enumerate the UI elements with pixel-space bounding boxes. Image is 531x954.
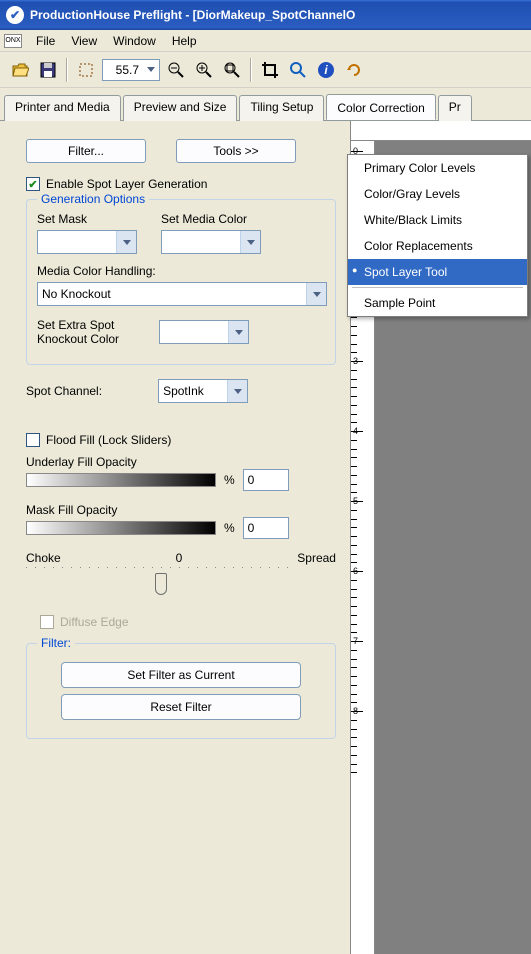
filter-button[interactable]: Filter... (26, 139, 146, 163)
menu-window[interactable]: Window (105, 32, 164, 50)
chevron-down-icon[interactable] (240, 231, 260, 253)
extra-spot-combo[interactable] (159, 320, 249, 344)
choke-spread-slider[interactable] (26, 575, 296, 597)
group-legend: Generation Options (37, 192, 149, 206)
menu-view[interactable]: View (63, 32, 105, 50)
flood-fill-checkbox[interactable] (26, 433, 40, 447)
filter-legend: Filter: (37, 636, 75, 650)
set-media-color-value (162, 231, 240, 253)
set-mask-label: Set Mask (37, 212, 137, 226)
flood-fill-label: Flood Fill (Lock Sliders) (46, 433, 171, 447)
menu-badge-icon: ONX (4, 34, 22, 48)
diffuse-edge-checkbox (40, 615, 54, 629)
menu-file[interactable]: File (28, 32, 63, 50)
tools-dropdown: Primary Color Levels Color/Gray Levels W… (347, 154, 528, 317)
save-icon[interactable] (36, 58, 60, 82)
crop-icon[interactable] (258, 58, 282, 82)
extra-spot-label-line2: Knockout Color (37, 332, 119, 346)
underlay-opacity-label: Underlay Fill Opacity (26, 455, 336, 469)
dd-primary-color-levels[interactable]: Primary Color Levels (348, 155, 527, 181)
media-color-handling-combo[interactable]: No Knockout (37, 282, 327, 306)
tools-button[interactable]: Tools >> (176, 139, 296, 163)
set-media-color-combo[interactable] (161, 230, 261, 254)
reset-filter-button[interactable]: Reset Filter (61, 694, 301, 720)
tab-printer-media[interactable]: Printer and Media (4, 95, 121, 121)
ruler-horizontal (351, 121, 531, 141)
ruler-tick-label: 4 (353, 426, 358, 436)
spot-channel-value: SpotInk (159, 380, 227, 402)
generation-options-group: Generation Options Set Mask Set Media Co… (26, 199, 336, 365)
menu-help[interactable]: Help (164, 32, 205, 50)
dd-white-black-limits[interactable]: White/Black Limits (348, 207, 527, 233)
dropdown-separator (352, 287, 523, 288)
enable-spot-checkbox[interactable] (26, 177, 40, 191)
filter-group: Filter: Set Filter as Current Reset Filt… (26, 643, 336, 739)
mask-opacity-label: Mask Fill Opacity (26, 503, 336, 517)
chevron-down-icon[interactable] (306, 283, 326, 305)
zoom-combo[interactable] (102, 59, 160, 81)
media-color-handling-value: No Knockout (38, 283, 306, 305)
app-icon (6, 6, 24, 24)
tab-color-correction[interactable]: Color Correction (326, 94, 435, 120)
fit-icon[interactable] (74, 58, 98, 82)
menubar: ONX File View Window Help (0, 30, 531, 52)
spot-channel-combo[interactable]: SpotInk (158, 379, 248, 403)
extra-spot-label-line1: Set Extra Spot (37, 318, 119, 332)
chevron-down-icon[interactable] (228, 321, 248, 343)
spread-label: Spread (297, 551, 336, 565)
ruler-tick-label: 8 (353, 706, 358, 716)
ruler-tick-label: 5 (353, 496, 358, 506)
percent-label: % (224, 521, 235, 535)
dd-sample-point[interactable]: Sample Point (348, 290, 527, 316)
extra-spot-value (160, 321, 228, 343)
zoom-out-icon[interactable] (164, 58, 188, 82)
chevron-down-icon[interactable] (116, 231, 136, 253)
toolbar-sep (66, 58, 68, 82)
enable-spot-label: Enable Spot Layer Generation (46, 177, 207, 191)
refresh-icon[interactable] (342, 58, 366, 82)
underlay-opacity-input[interactable]: 0 (243, 469, 289, 491)
toolbar-sep (250, 58, 252, 82)
mask-opacity-input[interactable]: 0 (243, 517, 289, 539)
diffuse-edge-label: Diffuse Edge (60, 615, 129, 629)
zoom-input[interactable] (103, 63, 143, 77)
chevron-down-icon[interactable] (143, 60, 159, 80)
color-correction-panel: Filter... Tools >> Enable Spot Layer Gen… (0, 121, 350, 954)
media-color-handling-label: Media Color Handling: (37, 264, 156, 278)
tab-preview-size[interactable]: Preview and Size (123, 95, 238, 121)
set-filter-current-button[interactable]: Set Filter as Current (61, 662, 301, 688)
chevron-down-icon[interactable] (227, 380, 247, 402)
tab-more[interactable]: Pr (438, 95, 472, 121)
dd-color-replacements[interactable]: Color Replacements (348, 233, 527, 259)
spot-channel-label: Spot Channel: (26, 384, 102, 398)
set-mask-value (38, 231, 116, 253)
open-icon[interactable] (8, 58, 32, 82)
ruler-tick-label: 6 (353, 566, 358, 576)
underlay-opacity-slider[interactable] (26, 473, 216, 487)
zoom-in-icon[interactable] (192, 58, 216, 82)
tabstrip: Printer and Media Preview and Size Tilin… (0, 88, 531, 121)
percent-label: % (224, 473, 235, 487)
slider-thumb[interactable] (155, 573, 167, 595)
tab-tiling-setup[interactable]: Tiling Setup (239, 95, 324, 121)
window-title: ProductionHouse Preflight - [DiorMakeup_… (30, 8, 355, 22)
window-titlebar: ProductionHouse Preflight - [DiorMakeup_… (0, 0, 531, 30)
toolbar: i (0, 52, 531, 88)
choke-label: Choke (26, 551, 61, 565)
set-mask-combo[interactable] (37, 230, 137, 254)
dd-color-gray-levels[interactable]: Color/Gray Levels (348, 181, 527, 207)
choke-center-label: 0 (176, 551, 183, 565)
dd-spot-layer-tool[interactable]: Spot Layer Tool (348, 259, 527, 285)
info-icon[interactable]: i (314, 58, 338, 82)
ruler-tick-label: 3 (353, 356, 358, 366)
zoom-fit-icon[interactable] (220, 58, 244, 82)
ruler-tick-label: 7 (353, 636, 358, 646)
set-media-color-label: Set Media Color (161, 212, 261, 226)
zoom-tool-icon[interactable] (286, 58, 310, 82)
mask-opacity-slider[interactable] (26, 521, 216, 535)
